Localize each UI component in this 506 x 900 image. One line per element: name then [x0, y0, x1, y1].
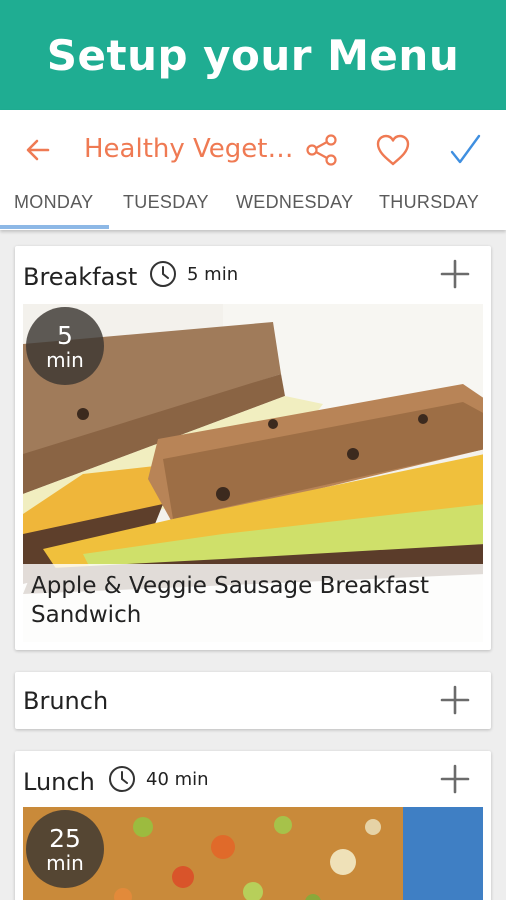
meal-name-breakfast: Breakfast — [23, 263, 138, 291]
checkmark-icon — [450, 134, 481, 164]
prep-time-text: 5 min — [187, 263, 239, 285]
badge-unit: min — [46, 347, 84, 372]
tab-thursday[interactable]: THURSDAY — [379, 192, 479, 213]
day-tabs: MONDAY TUESDAY WEDNESDAY THURSDAY — [0, 190, 506, 230]
breakfast-card[interactable]: Breakfast 5 min 5 min Apple & Veggie Sau… — [15, 246, 491, 650]
clock-icon — [109, 766, 135, 792]
toolbar: Healthy Vegetarian Menu MONDAY TUESDAY W… — [0, 110, 506, 230]
favorite-button[interactable] — [373, 130, 413, 170]
confirm-button[interactable] — [445, 130, 485, 170]
toolbar-row: Healthy Vegetarian Menu — [0, 110, 506, 190]
menu-title: Healthy Vegetarian Menu — [84, 134, 294, 164]
share-icon — [306, 134, 337, 166]
add-lunch-button[interactable] — [439, 763, 471, 795]
add-icon — [440, 259, 470, 289]
share-button[interactable] — [302, 130, 342, 170]
banner-title: Setup your Menu — [46, 30, 460, 80]
arrow-left-icon — [26, 139, 50, 161]
time-badge: 5 min — [26, 307, 104, 385]
meal-name-lunch: Lunch — [23, 768, 95, 796]
add-breakfast-button[interactable] — [439, 258, 471, 290]
brunch-card[interactable]: Brunch — [15, 672, 491, 729]
recipe-caption: Apple & Veggie Sausage Breakfast Sandwic… — [23, 564, 483, 642]
tab-monday[interactable]: MONDAY — [14, 192, 93, 213]
heart-icon — [376, 134, 410, 166]
prep-time: 5 min — [149, 260, 238, 288]
recipe-photo[interactable]: 25 min — [23, 807, 483, 900]
back-button[interactable] — [20, 132, 56, 168]
meal-name-brunch: Brunch — [23, 687, 109, 715]
add-icon — [440, 764, 470, 794]
app-banner: Setup your Menu — [0, 0, 506, 110]
tab-tuesday[interactable]: TUESDAY — [123, 192, 209, 213]
time-badge: 25 min — [26, 810, 104, 888]
add-brunch-button[interactable] — [439, 684, 471, 716]
prep-time: 40 min — [108, 765, 209, 793]
clock-icon — [150, 261, 176, 287]
badge-number: 25 — [49, 823, 81, 853]
badge-unit: min — [46, 850, 84, 875]
add-icon — [440, 685, 470, 715]
recipe-photo[interactable]: 5 min Apple & Veggie Sausage Breakfast S… — [23, 304, 483, 642]
tab-wednesday[interactable]: WEDNESDAY — [236, 192, 353, 213]
badge-number: 5 — [57, 320, 73, 350]
lunch-card[interactable]: Lunch 40 min 25 min — [15, 751, 491, 900]
selected-tab-indicator — [0, 225, 109, 229]
prep-time-text: 40 min — [146, 768, 209, 790]
